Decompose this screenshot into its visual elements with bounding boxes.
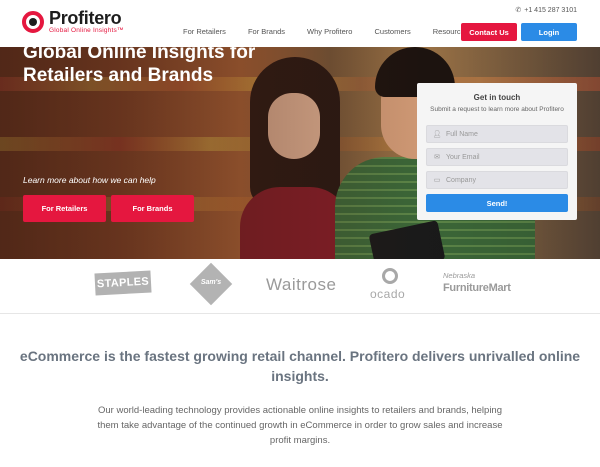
- form-subtitle: Submit a request to learn more about Pro…: [430, 106, 564, 113]
- phone-icon: ✆: [515, 7, 522, 14]
- nav-item-for-retailers[interactable]: For Retailers: [183, 27, 226, 36]
- email-placeholder: Your Email: [446, 153, 480, 161]
- briefcase-icon: ▭: [433, 177, 441, 184]
- contact-us-button[interactable]: Contact Us: [461, 23, 517, 41]
- user-icon: 👤︎: [432, 131, 442, 138]
- body-paragraph: Our world-leading technology provides ac…: [97, 405, 503, 446]
- waitrose-logo: Waitrose: [266, 275, 337, 294]
- for-brands-button[interactable]: For Brands: [111, 195, 194, 222]
- profitero-logo[interactable]: Profitero Global Online Insights™: [22, 9, 124, 35]
- profitero-logo-icon: [22, 11, 44, 33]
- full-name-field[interactable]: 👤︎ Full Name: [426, 125, 568, 143]
- nebraska-furniture-mart-logo: Nebraska: [443, 271, 476, 280]
- logo-name: Profitero: [49, 8, 122, 28]
- sams-club-logo-text: Sam's: [200, 279, 222, 286]
- hero-title: Global Online Insights for Retailers and…: [23, 42, 256, 86]
- form-title: Get in touch: [473, 93, 521, 102]
- for-retailers-button[interactable]: For Retailers: [23, 195, 106, 222]
- company-placeholder: Company: [446, 176, 476, 184]
- lead-heading: eCommerce is the fastest growing retail …: [19, 348, 581, 384]
- nav-item-for-brands[interactable]: For Brands: [248, 27, 285, 36]
- get-in-touch-form: Get in touch Submit a request to learn m…: [417, 83, 577, 220]
- email-field[interactable]: ✉ Your Email: [426, 148, 568, 166]
- hero-subtitle: Learn more about how we can help: [23, 175, 156, 185]
- envelope-icon: ✉: [434, 154, 440, 161]
- send-button[interactable]: Send!: [426, 194, 568, 212]
- site-header: Profitero Global Online Insights™ ✆ +1 4…: [0, 0, 600, 47]
- nav-item-why-profitero[interactable]: Why Profitero: [307, 27, 352, 36]
- staples-logo: STAPLES: [94, 270, 152, 296]
- company-field[interactable]: ▭ Company: [426, 171, 568, 189]
- phone-text: +1 415 287 3101: [524, 6, 577, 14]
- ocado-logo: ocado: [370, 287, 406, 301]
- nebraska-furniture-mart-logo-text: FurnitureMart: [443, 282, 511, 294]
- phone-number[interactable]: ✆ +1 415 287 3101: [515, 6, 577, 15]
- logo-tagline: Global Online Insights™: [49, 27, 124, 34]
- login-button[interactable]: Login: [521, 23, 577, 41]
- ocado-logo-icon: [382, 268, 398, 284]
- nav-item-customers[interactable]: Customers: [374, 27, 410, 36]
- full-name-placeholder: Full Name: [446, 130, 478, 138]
- main-nav: For Retailers For Brands Why Profitero C…: [183, 27, 491, 36]
